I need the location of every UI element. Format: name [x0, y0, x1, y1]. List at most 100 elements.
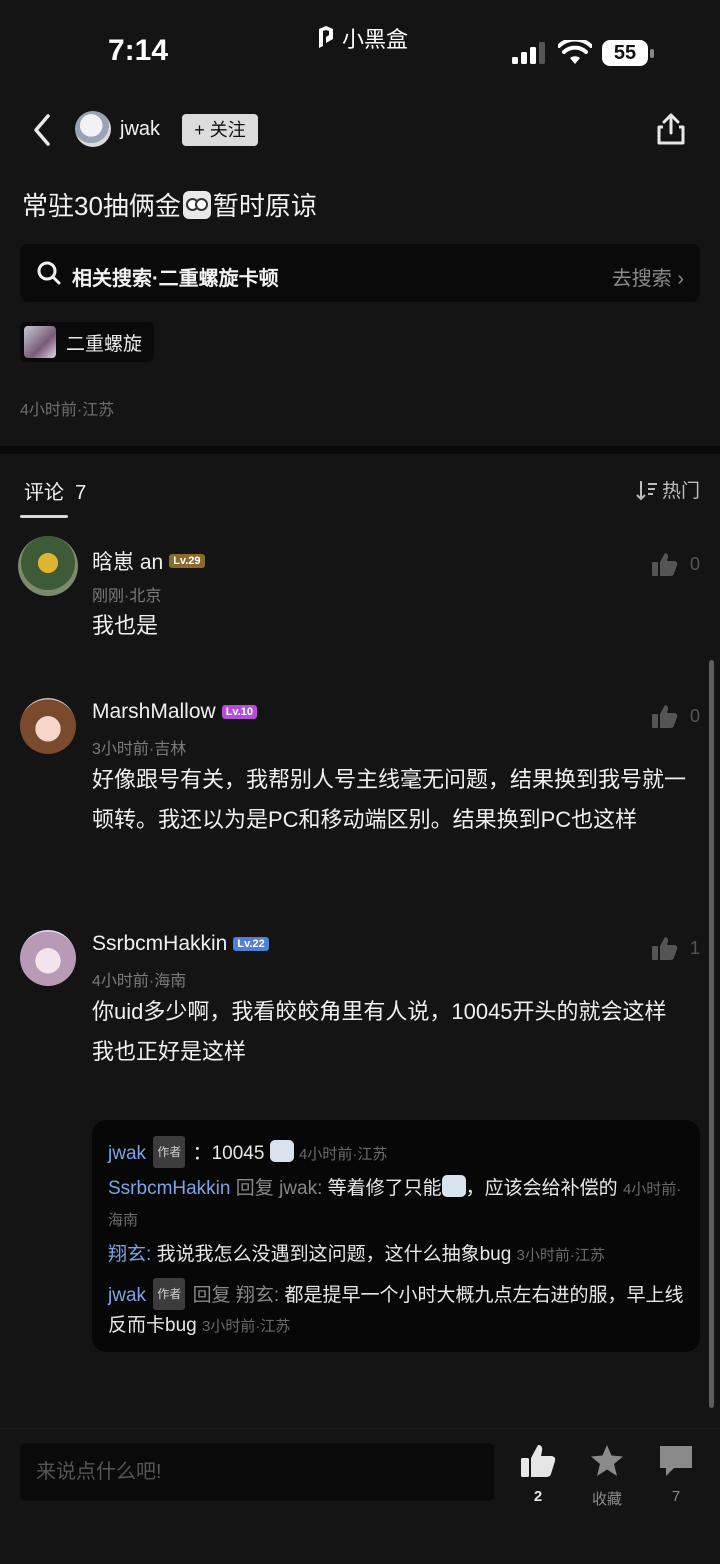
like-count: 0 — [690, 553, 701, 574]
commenter-avatar[interactable] — [20, 930, 76, 986]
bottom-action-bar: 2 收藏 7 — [0, 1428, 720, 1564]
reply-user[interactable]: jwak — [108, 1285, 146, 1306]
reply-separator: ： — [192, 1143, 212, 1164]
thumbs-up-icon — [652, 553, 678, 576]
reply-text-end: ，应该会给补偿的 — [465, 1178, 618, 1199]
sort-label: 热门 — [661, 481, 700, 502]
commenter-name[interactable]: 晗崽 an Lv.29 — [92, 546, 205, 576]
post-title-text-end: 暂时原谅 — [212, 191, 317, 221]
back-arrow-icon[interactable] — [28, 110, 56, 150]
reply-item[interactable]: jwak 作者 ：10045 4小时前·江苏 — [108, 1136, 688, 1170]
level-badge: Lv.22 — [233, 937, 269, 951]
share-icon[interactable] — [654, 112, 688, 146]
sort-button[interactable]: 热门 — [636, 476, 700, 503]
game-tag-label: 二重螺旋 — [66, 333, 143, 355]
reply-target[interactable]: jwak: — [279, 1178, 322, 1199]
commenter-avatar[interactable] — [20, 698, 76, 754]
status-time: 7:14 — [108, 34, 169, 67]
reply-text: 我说我怎么没遇到这问题，这什么抽象bug — [156, 1244, 512, 1265]
like-button[interactable]: 0 — [652, 704, 700, 728]
author-username[interactable]: jwak — [120, 118, 160, 141]
reply-meta: 4小时前·江苏 — [299, 1146, 388, 1163]
app-brand: 小黑盒 — [316, 22, 408, 54]
favorite-button[interactable]: 收藏 — [575, 1443, 639, 1509]
comments-count: 7 — [75, 482, 87, 504]
reply-text: 10045 — [211, 1143, 265, 1164]
reply-meta: 3小时前·江苏 — [516, 1247, 605, 1264]
brand-logo-icon — [319, 26, 333, 48]
tab-underline — [20, 515, 68, 518]
level-badge: Lv.10 — [221, 705, 258, 719]
post-meta: 4小时前·江苏 — [20, 402, 115, 419]
comment-meta: 刚刚·北京 — [92, 588, 162, 605]
surprised-emoji-icon — [182, 190, 211, 219]
comment-input[interactable] — [20, 1443, 494, 1501]
status-bar: 7:14 小黑盒 55 — [0, 0, 720, 96]
commenter-avatar[interactable] — [18, 536, 78, 596]
star-icon — [591, 1445, 623, 1476]
commenter-name-text: SsrbcmHakkin — [92, 932, 228, 955]
battery-indicator: 55 — [602, 40, 654, 66]
author-badge: 作者 — [153, 1136, 186, 1168]
follow-button[interactable]: + 关注 — [182, 114, 258, 146]
reply-user[interactable]: SsrbcmHakkin — [108, 1178, 230, 1199]
cellular-signal-icon — [512, 42, 545, 64]
reply-user[interactable]: 翔玄: — [108, 1244, 151, 1265]
post-like-count: 2 — [533, 1488, 543, 1505]
post-title: 常驻30抽俩金 暂时原谅 — [22, 186, 317, 223]
brand-name: 小黑盒 — [342, 27, 409, 52]
author-badge: 作者 — [153, 1278, 186, 1310]
comment-button[interactable]: 7 — [644, 1443, 708, 1505]
like-count: 0 — [690, 705, 701, 726]
commenter-name-text: MarshMallow — [92, 700, 216, 723]
battery-cap — [650, 49, 654, 58]
comments-tab[interactable]: 评论 7 — [24, 476, 86, 505]
comment-text: 好像跟号有关，我帮别人号主线毫无问题，结果换到我号就一顿转。我还以为是PC和移动… — [92, 767, 687, 832]
sticker-emoji-icon — [441, 1175, 466, 1197]
reply-item[interactable]: SsrbcmHakkin 回复 jwak: 等着修了只能 ，应该会给补偿的 4小时… — [108, 1174, 688, 1236]
nav-bar: jwak + 关注 — [0, 100, 720, 160]
thumbs-up-icon — [521, 1445, 556, 1477]
reply-meta: 3小时前·江苏 — [201, 1318, 291, 1335]
battery-level: 55 — [602, 40, 648, 66]
reply-word: 回复 — [235, 1178, 274, 1199]
game-tag-thumbnail — [24, 326, 56, 358]
level-badge: Lv.29 — [169, 554, 205, 568]
thumbs-up-icon — [652, 705, 678, 728]
reply-text: 等着修了只能 — [327, 1178, 442, 1199]
comments-tab-label: 评论 — [24, 482, 64, 504]
commenter-name-text: 晗崽 an — [92, 551, 164, 574]
replies-box: jwak 作者 ：10045 4小时前·江苏 SsrbcmHakkin 回复 j… — [92, 1120, 700, 1352]
go-search-link[interactable]: 去搜索 › — [612, 262, 684, 291]
scrollbar[interactable] — [709, 660, 714, 1408]
reply-word: 回复 — [192, 1285, 231, 1306]
sort-icon — [636, 480, 657, 500]
commenter-name[interactable]: SsrbcmHakkin Lv.22 — [92, 932, 269, 956]
comment-text: 我也是 — [92, 613, 159, 638]
like-button[interactable]: 1 — [652, 936, 700, 960]
related-search-card[interactable]: 相关搜索·二重螺旋卡顿 去搜索 › — [20, 244, 700, 302]
section-divider — [0, 446, 720, 454]
reply-target[interactable]: 翔玄: — [236, 1285, 279, 1306]
like-post-button[interactable]: 2 — [506, 1443, 570, 1505]
wifi-icon — [558, 40, 592, 64]
commenter-name[interactable]: MarshMallow Lv.10 — [92, 700, 258, 724]
search-icon — [37, 261, 61, 285]
like-button[interactable]: 0 — [652, 552, 700, 576]
sticker-emoji-icon — [269, 1140, 294, 1162]
game-tag-chip[interactable]: 二重螺旋 — [20, 322, 155, 362]
like-count: 1 — [690, 937, 701, 958]
post-title-text-start: 常驻30抽俩金 — [22, 191, 181, 221]
comment-text: 你uid多少啊，我看皎皎角里有人说，10045开头的就会这样 我也正好是这样 — [92, 999, 667, 1064]
comment-bubble-icon — [660, 1446, 692, 1476]
author-avatar[interactable] — [75, 111, 111, 147]
favorite-label: 收藏 — [591, 1491, 622, 1508]
comment-input-box[interactable] — [20, 1443, 494, 1501]
thumbs-up-icon — [652, 937, 678, 960]
comment-count: 7 — [671, 1488, 681, 1505]
related-search-text: 相关搜索·二重螺旋卡顿 — [72, 268, 279, 290]
comment-meta: 3小时前·吉林 — [92, 741, 187, 758]
reply-item[interactable]: 翔玄: 我说我怎么没遇到这问题，这什么抽象bug 3小时前·江苏 — [108, 1240, 688, 1271]
reply-user[interactable]: jwak — [108, 1143, 146, 1164]
reply-item[interactable]: jwak 作者 回复 翔玄: 都是提早一个小时大概九点左右进的服，早上线反而卡b… — [108, 1278, 688, 1342]
